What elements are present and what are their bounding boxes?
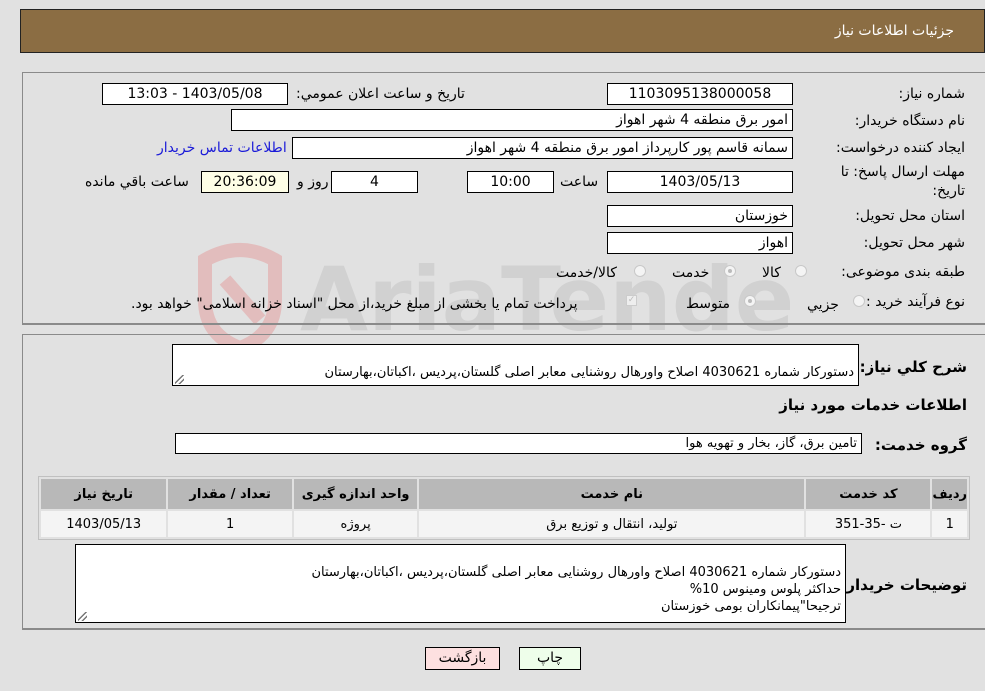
service-group-label: گروه خدمت:	[874, 436, 967, 454]
table-header-row: ردیف کد خدمت نام خدمت واحد اندازه گیری ت…	[38, 477, 969, 511]
resize-grip-icon[interactable]	[78, 612, 87, 621]
remaining-days-field: 4	[331, 171, 418, 193]
buyer-notes-textarea[interactable]: دستورکار شماره 4030621 اصلاح واورهال روش…	[75, 544, 846, 623]
print-button[interactable]: چاپ	[519, 647, 581, 670]
process-radio-medium[interactable]	[744, 295, 756, 307]
category-radio-service[interactable]	[724, 265, 736, 277]
province-field: خوزستان	[607, 205, 793, 227]
deadline-label-line2: تاریخ:	[932, 183, 965, 199]
buyer-notes-text: دستورکار شماره 4030621 اصلاح واورهال روش…	[311, 565, 841, 614]
deadline-date-field: 1403/05/13	[607, 171, 793, 193]
deadline-time-field: 10:00	[467, 171, 554, 193]
services-table: ردیف کد خدمت نام خدمت واحد اندازه گیری ت…	[38, 477, 969, 539]
process-label: نوع فرآیند خرید :	[866, 294, 965, 310]
announce-label: تاریخ و ساعت اعلان عمومي:	[296, 86, 465, 102]
requester-field: سمانه قاسم پور کارپرداز امور برق منطقه 4…	[292, 137, 793, 159]
category-radio-goods-service[interactable]	[634, 265, 646, 277]
need-number-label: شماره نیاز:	[898, 86, 966, 102]
days-label: روز و	[297, 174, 329, 190]
buyer-notes-label: توضیحات خریدار:	[840, 576, 967, 594]
services-table-wrapper: ردیف کد خدمت نام خدمت واحد اندازه گیری ت…	[38, 476, 970, 540]
category-option-service: خدمت	[672, 265, 710, 281]
cell-need-date: 1403/05/13	[38, 509, 169, 539]
category-label: طبقه بندی موضوعی:	[841, 264, 965, 280]
buyer-contact-link[interactable]: اطلاعات تماس خریدار	[157, 140, 287, 156]
city-label: شهر محل تحویل:	[863, 235, 965, 251]
cell-row-number: 1	[930, 509, 969, 539]
table-row: 1 ت -35-351 تولید، انتقال و توزیع برق پر…	[38, 509, 969, 539]
col-header-quantity: تعداد / مقدار	[166, 477, 294, 511]
announce-field: 1403/05/08 - 13:03	[102, 83, 288, 105]
col-header-need-date: تاریخ نیاز	[38, 477, 169, 511]
buyer-org-field: امور برق منطقه 4 شهر اهواز	[231, 109, 793, 131]
col-header-service-code: کد خدمت	[804, 477, 933, 511]
category-option-goods: کالا	[762, 265, 781, 281]
col-header-row-number: ردیف	[930, 477, 969, 511]
treasury-note: پرداخت تمام یا بخشی از مبلغ خرید،از محل …	[131, 296, 578, 312]
page-header: جزئیات اطلاعات نیاز	[20, 9, 985, 53]
cell-service-code: ت -35-351	[804, 509, 933, 539]
page-title: جزئیات اطلاعات نیاز	[834, 23, 954, 39]
general-desc-textarea[interactable]: دستورکار شماره 4030621 اصلاح واورهال روش…	[172, 344, 859, 386]
process-option-minor: جزیي	[807, 297, 839, 313]
treasury-checkbox[interactable]: ✓	[626, 295, 637, 306]
process-radio-minor[interactable]	[853, 295, 865, 307]
deadline-time-label: ساعت	[560, 174, 599, 190]
cell-service-name: تولید، انتقال و توزیع برق	[417, 509, 807, 539]
resize-grip-icon[interactable]	[175, 375, 184, 384]
remaining-label: ساعت باقي مانده	[85, 174, 189, 190]
need-number-field: 1103095138000058	[607, 83, 793, 105]
service-group-field: تامین برق، گاز، بخار و تهویه هوا	[175, 433, 862, 454]
category-radio-goods[interactable]	[795, 265, 807, 277]
city-field: اهواز	[607, 232, 793, 254]
general-desc-label: شرح كلي نياز:	[859, 358, 967, 376]
requester-label: ایجاد کننده درخواست:	[836, 140, 965, 156]
general-desc-text: دستورکار شماره 4030621 اصلاح واورهال روش…	[324, 365, 854, 380]
province-label: استان محل تحویل:	[855, 208, 965, 224]
col-header-unit: واحد اندازه گیری	[291, 477, 420, 511]
cell-unit: پروژه	[291, 509, 420, 539]
category-option-goods-service: کالا/خدمت	[556, 265, 617, 281]
col-header-service-name: نام خدمت	[417, 477, 807, 511]
process-option-medium: متوسط	[686, 296, 730, 312]
deadline-label-line1: مهلت ارسال پاسخ: تا	[840, 164, 965, 180]
remaining-time-field: 20:36:09	[201, 171, 289, 193]
services-heading: اطلاعات خدمات مورد نیاز	[779, 396, 967, 414]
buyer-org-label: نام دستگاه خریدار:	[854, 113, 965, 129]
cell-quantity: 1	[166, 509, 294, 539]
back-button[interactable]: بازگشت	[425, 647, 500, 670]
